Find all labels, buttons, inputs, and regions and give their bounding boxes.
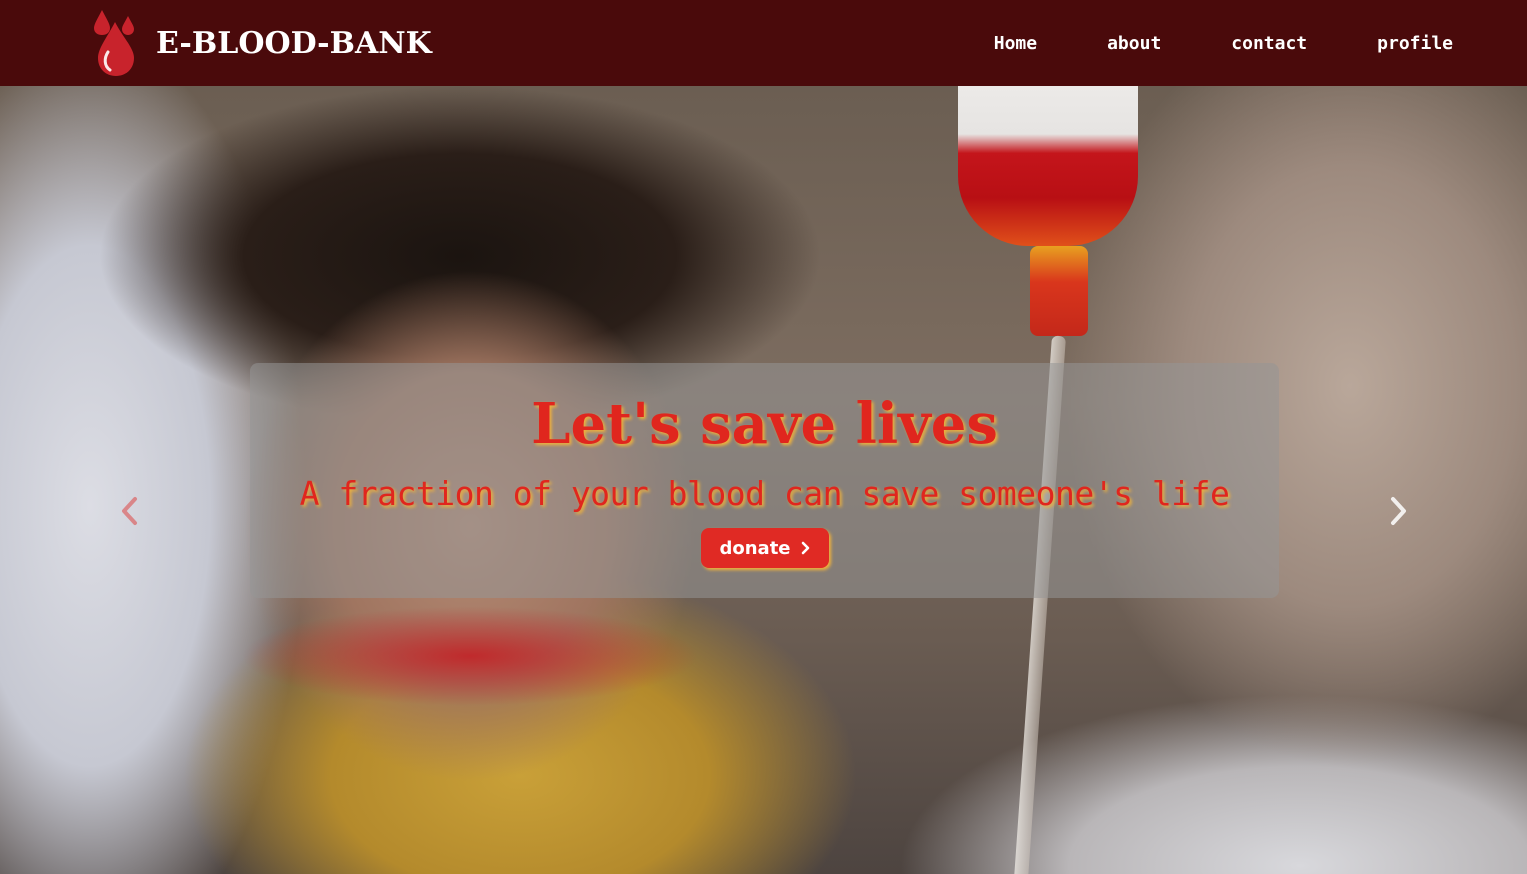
chevron-right-icon bbox=[1391, 497, 1406, 525]
donate-button[interactable]: donate bbox=[701, 528, 829, 568]
carousel-next-button[interactable] bbox=[1384, 491, 1414, 531]
blood-drops-icon bbox=[94, 10, 134, 76]
hero-image-iv-bag bbox=[958, 86, 1138, 246]
nav-link-profile[interactable]: profile bbox=[1377, 33, 1453, 54]
top-navbar: E-BLOOD-BANK Home about contact profile bbox=[0, 0, 1527, 86]
brand-name: E-BLOOD-BANK bbox=[156, 25, 432, 61]
nav-links: Home about contact profile bbox=[994, 0, 1453, 86]
chevron-left-icon bbox=[122, 497, 137, 525]
hero-image-collar bbox=[240, 606, 700, 706]
hero-image-iv-neck bbox=[1030, 246, 1088, 336]
nav-link-home[interactable]: Home bbox=[994, 33, 1037, 54]
hero-caption: Let's save lives A fraction of your bloo… bbox=[250, 363, 1279, 598]
nav-link-about[interactable]: about bbox=[1107, 33, 1161, 54]
hero-subtitle: A fraction of your blood can save someon… bbox=[299, 474, 1230, 513]
carousel-prev-button[interactable] bbox=[114, 491, 144, 531]
chevron-right-icon bbox=[801, 541, 809, 555]
brand[interactable]: E-BLOOD-BANK bbox=[92, 8, 432, 78]
hero-title: Let's save lives bbox=[531, 391, 998, 457]
nav-link-contact[interactable]: contact bbox=[1231, 33, 1307, 54]
donate-button-label: donate bbox=[719, 537, 791, 559]
hero-carousel: Let's save lives A fraction of your bloo… bbox=[0, 86, 1527, 874]
